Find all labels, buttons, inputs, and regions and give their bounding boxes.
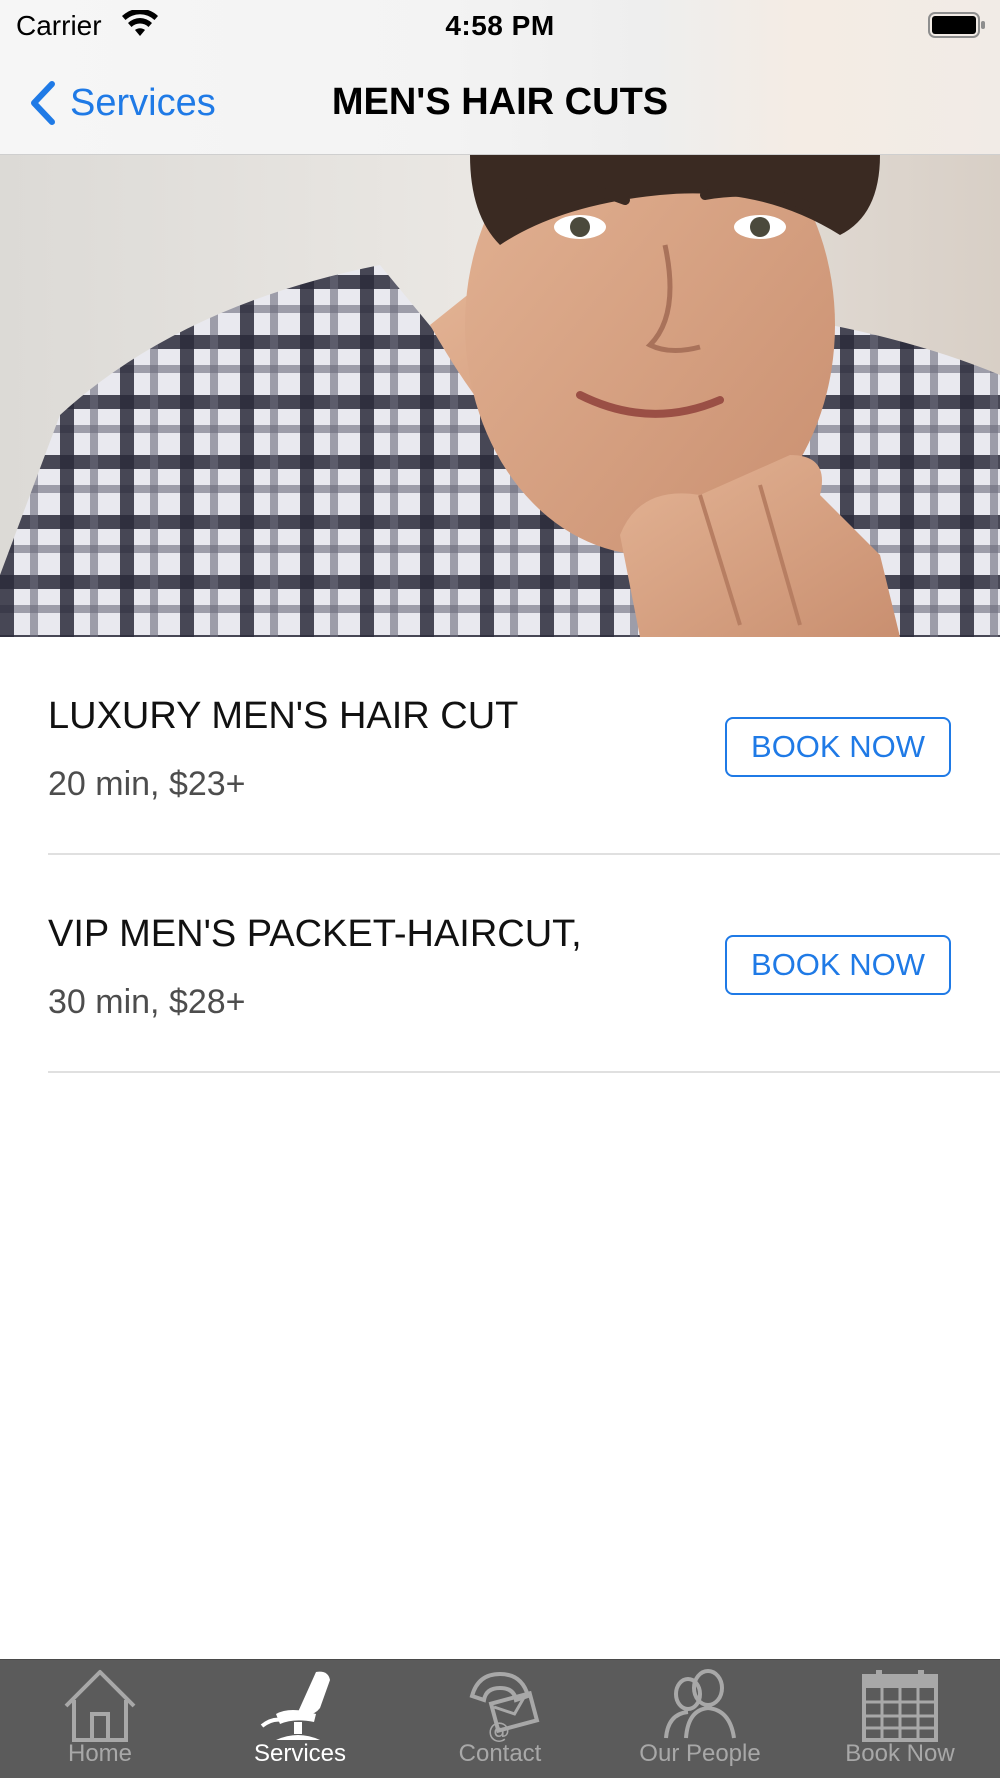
- book-now-button[interactable]: BOOK NOW: [725, 717, 951, 777]
- services-list: LUXURY MEN'S HAIR CUT 20 min, $23+ BOOK …: [0, 637, 1000, 1073]
- list-item: VIP MEN'S PACKET-HAIRCUT, 30 min, $28+ B…: [0, 855, 1000, 1073]
- status-time: 4:58 PM: [445, 10, 555, 41]
- service-duration-price: 30 min, $28+: [48, 983, 246, 1021]
- tab-label: Book Now: [845, 1740, 955, 1767]
- tab-our-people[interactable]: Our People: [600, 1660, 800, 1778]
- hero-photo: [0, 155, 1000, 637]
- navigation-bar: Services MEN'S HAIR CUTS: [0, 55, 1000, 155]
- tab-contact[interactable]: @ Contact: [400, 1660, 600, 1778]
- tab-bar: Home Services @ Contact Our People Book …: [0, 1659, 1000, 1778]
- page-title: MEN'S HAIR CUTS: [331, 81, 669, 123]
- calendar-icon: [862, 1670, 938, 1742]
- tab-label: Our People: [639, 1740, 761, 1767]
- tab-label: Contact: [458, 1740, 542, 1767]
- tab-label: Home: [67, 1740, 133, 1767]
- tab-label: Services: [253, 1740, 347, 1767]
- top-header: Carrier 4:58 PM Services MEN'S HAIR CUTS: [0, 0, 1000, 155]
- tab-book-now[interactable]: Book Now: [800, 1660, 1000, 1778]
- status-bar: Carrier 4:58 PM: [0, 0, 1000, 50]
- divider: [48, 1071, 1000, 1073]
- service-name: VIP MEN'S PACKET-HAIRCUT,: [48, 913, 582, 955]
- barber-chair-icon: [260, 1671, 330, 1740]
- tab-services[interactable]: Services: [200, 1660, 400, 1778]
- service-name: LUXURY MEN'S HAIR CUT: [48, 695, 519, 737]
- battery-icon: [928, 12, 985, 38]
- list-item: LUXURY MEN'S HAIR CUT 20 min, $23+ BOOK …: [0, 637, 1000, 855]
- phone-mail-icon: @: [469, 1671, 540, 1744]
- service-duration-price: 20 min, $23+: [48, 765, 246, 803]
- people-icon: [664, 1669, 736, 1739]
- hero-image: [0, 155, 1000, 637]
- home-icon: [64, 1670, 136, 1742]
- tab-home[interactable]: Home: [0, 1660, 200, 1778]
- book-now-button[interactable]: BOOK NOW: [725, 935, 951, 995]
